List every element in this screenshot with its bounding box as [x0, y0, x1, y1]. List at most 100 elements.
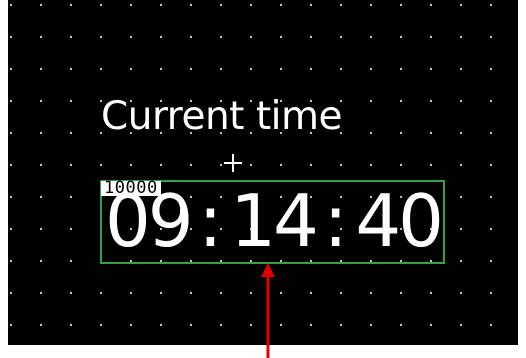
grid-dot [10, 164, 12, 166]
grid-dot [10, 196, 12, 198]
grid-dot [70, 68, 72, 70]
grid-dot [460, 100, 462, 102]
plus-vertical-stroke [232, 154, 234, 172]
grid-dot [310, 4, 312, 6]
time-display-widget[interactable]: 10000 09 : 14 : 40 [100, 180, 445, 264]
grid-dot [490, 292, 492, 294]
grid-dot [430, 68, 432, 70]
grid-dot [100, 324, 102, 326]
grid-dot [220, 36, 222, 38]
grid-dot [100, 164, 102, 166]
grid-dot [10, 228, 12, 230]
grid-dot [10, 4, 12, 6]
grid-dot [310, 324, 312, 326]
grid-dot [430, 4, 432, 6]
grid-dot [490, 228, 492, 230]
plus-icon [217, 147, 249, 179]
grid-dot [340, 68, 342, 70]
grid-dot [40, 228, 42, 230]
grid-dot [490, 164, 492, 166]
grid-dot [40, 100, 42, 102]
grid-dot [10, 36, 12, 38]
grid-dot [490, 100, 492, 102]
grid-dot [280, 324, 282, 326]
grid-dot [400, 292, 402, 294]
time-minutes: 14 [230, 179, 319, 263]
grid-dot [190, 164, 192, 166]
grid-dot [40, 196, 42, 198]
grid-dot [340, 36, 342, 38]
grid-dot [490, 68, 492, 70]
grid-dot [220, 292, 222, 294]
time-hours: 09 [105, 179, 194, 263]
grid-dot [490, 324, 492, 326]
time-seconds: 40 [355, 179, 444, 263]
grid-dot [460, 4, 462, 6]
grid-dot [280, 164, 282, 166]
grid-dot [430, 324, 432, 326]
grid-dot [10, 132, 12, 134]
grid-dot [130, 292, 132, 294]
grid-dot [250, 4, 252, 6]
grid-dot [430, 164, 432, 166]
grid-dot [400, 164, 402, 166]
grid-dot [100, 68, 102, 70]
grid-dot [400, 324, 402, 326]
grid-dot [460, 260, 462, 262]
grid-dot [460, 292, 462, 294]
grid-dot [190, 324, 192, 326]
grid-dot [340, 292, 342, 294]
grid-dot [70, 260, 72, 262]
grid-dot [430, 36, 432, 38]
grid-dot [100, 4, 102, 6]
time-separator-2: : [323, 179, 348, 263]
grid-dot [40, 36, 42, 38]
grid-dot [370, 292, 372, 294]
grid-dot [280, 36, 282, 38]
grid-dot [460, 36, 462, 38]
design-canvas[interactable]: Current time 10000 09 : 14 : 40 [8, 0, 518, 345]
screen-frame: Current time 10000 09 : 14 : 40 [0, 0, 526, 358]
grid-dot [160, 292, 162, 294]
grid-dot [490, 260, 492, 262]
grid-dot [310, 292, 312, 294]
grid-dot [250, 36, 252, 38]
grid-dot [70, 132, 72, 134]
grid-dot [70, 36, 72, 38]
grid-dot [40, 4, 42, 6]
grid-dot [70, 228, 72, 230]
grid-dot [130, 324, 132, 326]
grid-dot [10, 260, 12, 262]
grid-dot [430, 132, 432, 134]
grid-dot [370, 132, 372, 134]
grid-dot [130, 36, 132, 38]
grid-dot [370, 164, 372, 166]
grid-dot [160, 4, 162, 6]
time-display: 09 : 14 : 40 [105, 179, 444, 263]
grid-dot [460, 68, 462, 70]
grid-dot [10, 100, 12, 102]
grid-dot [160, 164, 162, 166]
grid-dot [220, 68, 222, 70]
grid-dot [160, 68, 162, 70]
grid-dot [10, 324, 12, 326]
grid-dot [400, 68, 402, 70]
grid-dot [460, 196, 462, 198]
grid-dot [310, 164, 312, 166]
grid-dot [70, 100, 72, 102]
grid-dot [340, 164, 342, 166]
grid-dot [40, 164, 42, 166]
grid-dot [400, 132, 402, 134]
grid-dot [370, 68, 372, 70]
grid-dot [460, 228, 462, 230]
grid-dot [490, 132, 492, 134]
grid-dot [100, 292, 102, 294]
grid-dot [490, 36, 492, 38]
grid-dot [160, 36, 162, 38]
grid-dot [190, 292, 192, 294]
grid-dot [280, 292, 282, 294]
grid-dot [370, 100, 372, 102]
grid-dot [70, 4, 72, 6]
grid-dot [400, 36, 402, 38]
grid-dot [190, 68, 192, 70]
